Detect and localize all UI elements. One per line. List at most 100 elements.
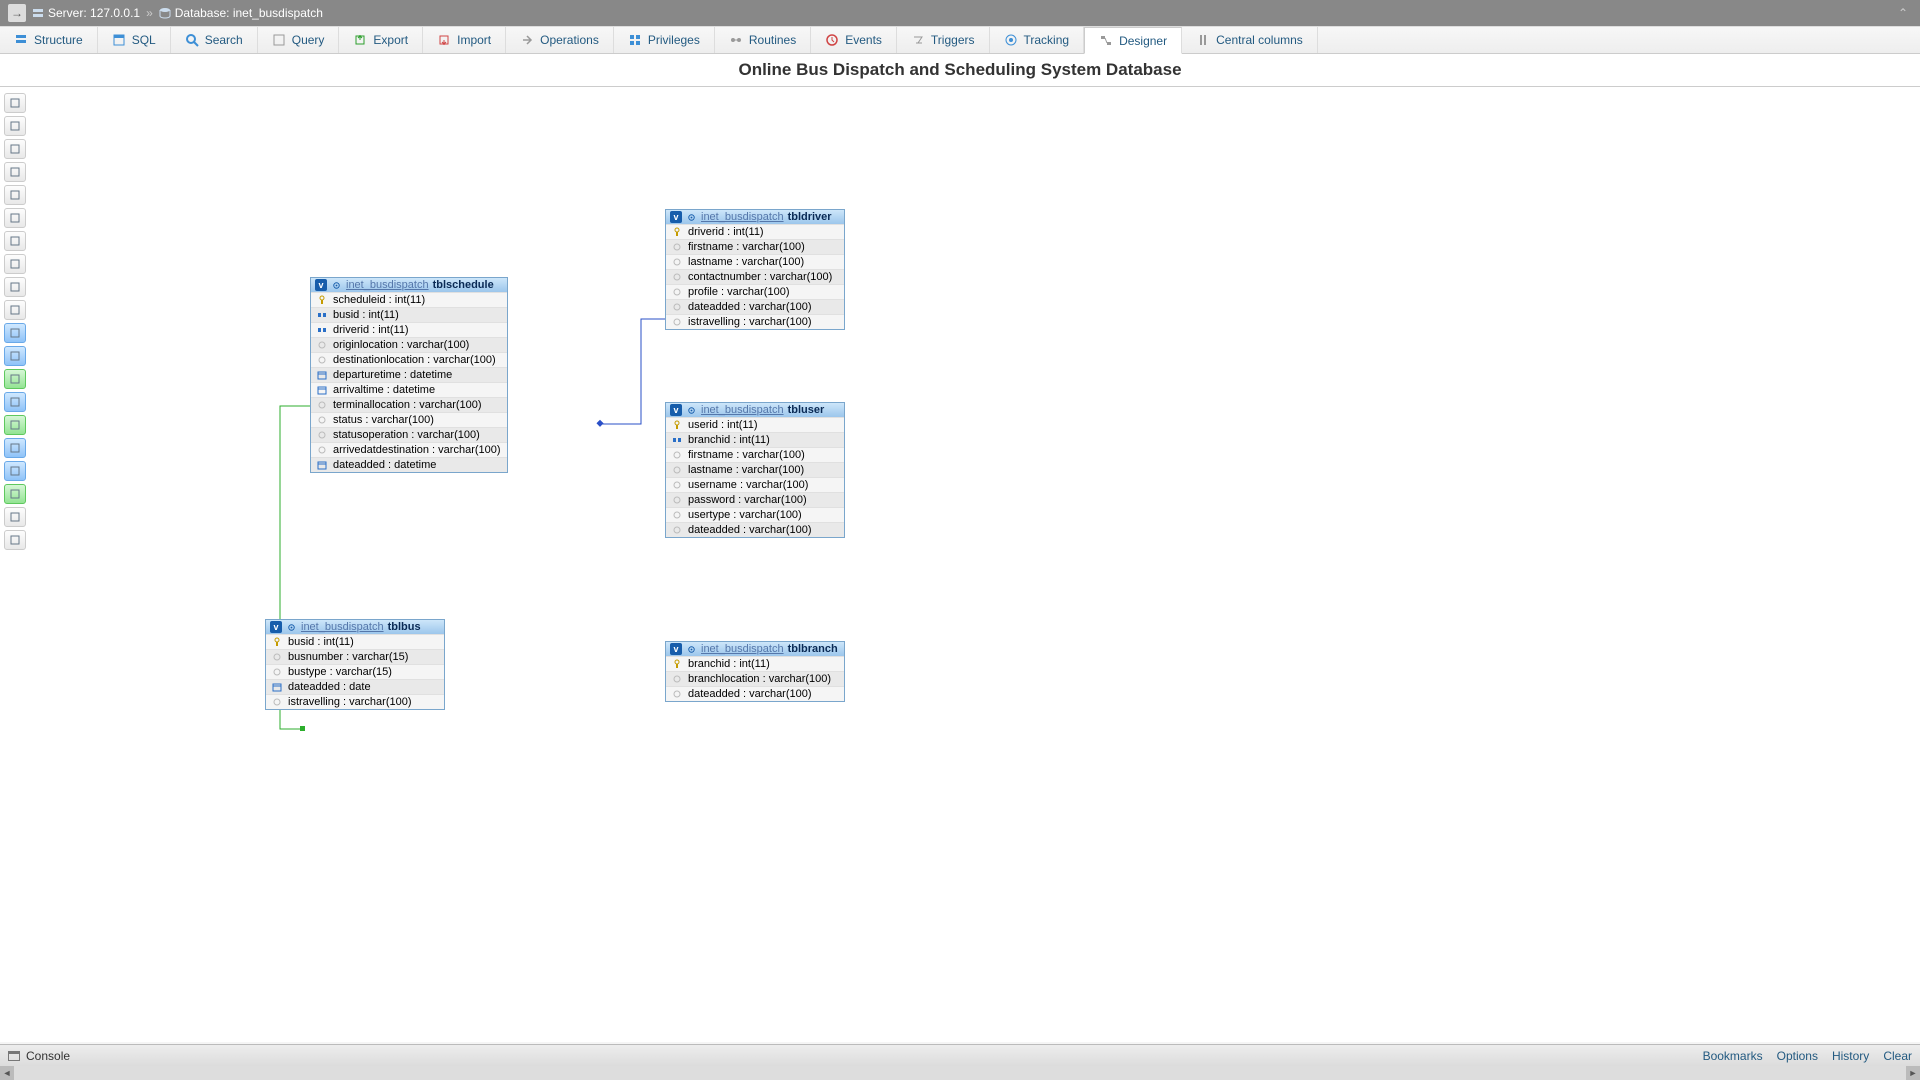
column-row[interactable]: lastname : varchar(100) [666, 462, 844, 477]
column-row[interactable]: password : varchar(100) [666, 492, 844, 507]
column-row[interactable]: dateadded : date [266, 679, 444, 694]
scroll-track[interactable] [14, 1066, 1906, 1080]
console-link-history[interactable]: History [1832, 1049, 1869, 1063]
column-row[interactable]: arrivedatdestination : varchar(100) [311, 442, 507, 457]
console-label[interactable]: Console [26, 1049, 70, 1063]
column-row[interactable]: departuretime : datetime [311, 367, 507, 382]
toggle-small-large-icon[interactable] [4, 438, 26, 458]
table-tbluser[interactable]: v inet_busdispatch tbluser userid : int(… [665, 402, 845, 538]
gear-icon[interactable] [286, 622, 297, 633]
nav-toggle-button[interactable]: → [8, 4, 26, 22]
fullscreen-icon[interactable] [4, 116, 26, 136]
move-menu-icon[interactable] [4, 507, 26, 527]
column-row[interactable]: arrivaltime : datetime [311, 382, 507, 397]
column-row[interactable]: dateadded : varchar(100) [666, 686, 844, 701]
breadcrumb-database[interactable]: Database: inet_busdispatch [159, 6, 323, 20]
help-icon[interactable] [4, 346, 26, 366]
tab-tracking[interactable]: Tracking [990, 27, 1085, 53]
column-row[interactable]: dateadded : varchar(100) [666, 522, 844, 537]
create-table-icon[interactable] [4, 254, 26, 274]
tab-sql[interactable]: SQL [98, 27, 171, 53]
table-schema[interactable]: inet_busdispatch [701, 211, 784, 223]
table-toggle-icon[interactable]: v [670, 211, 682, 223]
column-row[interactable]: scheduleid : int(11) [311, 292, 507, 307]
column-row[interactable]: dateadded : datetime [311, 457, 507, 472]
table-toggle-icon[interactable]: v [670, 404, 682, 416]
table-header[interactable]: v inet_busdispatch tblbranch [666, 642, 844, 656]
save-page-icon[interactable] [4, 208, 26, 228]
column-row[interactable]: destinationlocation : varchar(100) [311, 352, 507, 367]
table-header[interactable]: v inet_busdispatch tblbus [266, 620, 444, 634]
designer-canvas[interactable]: v inet_busdispatch tblschedule schedulei… [40, 87, 1920, 1042]
tab-structure[interactable]: Structure [0, 27, 98, 53]
table-header[interactable]: v inet_busdispatch tbluser [666, 403, 844, 417]
gear-icon[interactable] [686, 212, 697, 223]
reload-icon[interactable] [4, 323, 26, 343]
column-row[interactable]: username : varchar(100) [666, 477, 844, 492]
table-schema[interactable]: inet_busdispatch [301, 621, 384, 633]
table-toggle-icon[interactable]: v [670, 643, 682, 655]
column-row[interactable]: profile : varchar(100) [666, 284, 844, 299]
tab-operations[interactable]: Operations [506, 27, 614, 53]
column-row[interactable]: lastname : varchar(100) [666, 254, 844, 269]
scroll-left-button[interactable]: ◄ [0, 1066, 14, 1080]
column-row[interactable]: branchid : int(11) [666, 432, 844, 447]
column-row[interactable]: istravelling : varchar(100) [266, 694, 444, 709]
display-field-icon[interactable] [4, 300, 26, 320]
column-row[interactable]: istravelling : varchar(100) [666, 314, 844, 329]
console-link-bookmarks[interactable]: Bookmarks [1703, 1049, 1763, 1063]
column-row[interactable]: branchlocation : varchar(100) [666, 671, 844, 686]
tab-centralcolumns[interactable]: Central columns [1182, 27, 1318, 53]
table-tblbus[interactable]: v inet_busdispatch tblbus busid : int(11… [265, 619, 445, 710]
breadcrumb-server[interactable]: Server: 127.0.0.1 [32, 6, 140, 20]
column-row[interactable]: driverid : int(11) [666, 224, 844, 239]
tab-designer[interactable]: Designer [1084, 27, 1182, 54]
table-toggle-icon[interactable]: v [315, 279, 327, 291]
tab-triggers[interactable]: Triggers [897, 27, 990, 53]
column-row[interactable]: driverid : int(11) [311, 322, 507, 337]
new-page-icon[interactable] [4, 162, 26, 182]
table-toggle-icon[interactable]: v [270, 621, 282, 633]
tab-export[interactable]: Export [339, 27, 423, 53]
horizontal-scrollbar[interactable]: ◄ ► [0, 1066, 1920, 1080]
gear-icon[interactable] [686, 644, 697, 655]
snap-to-grid-icon[interactable] [4, 392, 26, 412]
table-tblschedule[interactable]: v inet_busdispatch tblschedule schedulei… [310, 277, 508, 473]
table-schema[interactable]: inet_busdispatch [701, 643, 784, 655]
tab-query[interactable]: Query [258, 27, 340, 53]
column-row[interactable]: userid : int(11) [666, 417, 844, 432]
create-relation-icon[interactable] [4, 277, 26, 297]
scroll-right-button[interactable]: ► [1906, 1066, 1920, 1080]
column-row[interactable]: busnumber : varchar(15) [266, 649, 444, 664]
toggle-relations-icon[interactable] [4, 461, 26, 481]
console-link-clear[interactable]: Clear [1883, 1049, 1912, 1063]
column-row[interactable]: contactnumber : varchar(100) [666, 269, 844, 284]
export-schema-icon[interactable] [4, 484, 26, 504]
tab-privileges[interactable]: Privileges [614, 27, 715, 53]
tab-search[interactable]: Search [171, 27, 258, 53]
column-row[interactable]: usertype : varchar(100) [666, 507, 844, 522]
console-link-options[interactable]: Options [1777, 1049, 1818, 1063]
tab-routines[interactable]: Routines [715, 27, 811, 53]
column-row[interactable]: terminallocation : varchar(100) [311, 397, 507, 412]
collapse-breadcrumb-button[interactable]: ⌃ [1894, 6, 1912, 20]
edit-page-icon[interactable] [4, 185, 26, 205]
tab-events[interactable]: Events [811, 27, 897, 53]
column-row[interactable]: statusoperation : varchar(100) [311, 427, 507, 442]
gear-icon[interactable] [331, 280, 342, 291]
add-tables-icon[interactable] [4, 139, 26, 159]
column-row[interactable]: bustype : varchar(15) [266, 664, 444, 679]
column-row[interactable]: firstname : varchar(100) [666, 239, 844, 254]
angular-links-icon[interactable] [4, 369, 26, 389]
column-row[interactable]: originlocation : varchar(100) [311, 337, 507, 352]
table-header[interactable]: v inet_busdispatch tbldriver [666, 210, 844, 224]
delete-page-icon[interactable] [4, 231, 26, 251]
table-header[interactable]: v inet_busdispatch tblschedule [311, 278, 507, 292]
column-row[interactable]: status : varchar(100) [311, 412, 507, 427]
column-row[interactable]: firstname : varchar(100) [666, 447, 844, 462]
column-row[interactable]: branchid : int(11) [666, 656, 844, 671]
show-hide-tables-icon[interactable] [4, 93, 26, 113]
table-tbldriver[interactable]: v inet_busdispatch tbldriver driverid : … [665, 209, 845, 330]
tab-import[interactable]: Import [423, 27, 506, 53]
column-row[interactable]: dateadded : varchar(100) [666, 299, 844, 314]
